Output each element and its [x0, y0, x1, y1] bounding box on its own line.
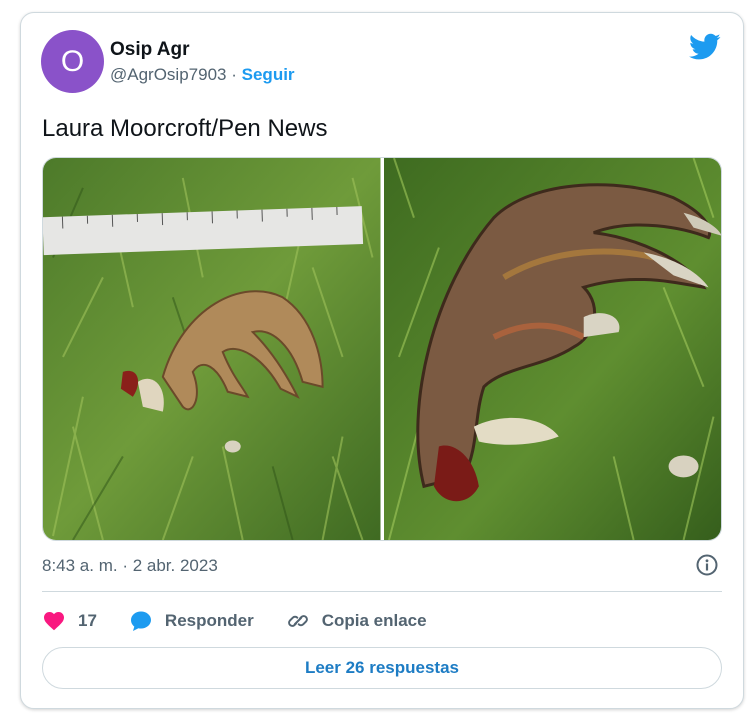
claw-with-ruler-image [43, 158, 381, 540]
heart-icon [44, 612, 64, 631]
tweet-actions: 17 Responder Copia enlace [42, 607, 459, 635]
avatar-letter: O [60, 44, 85, 78]
reply-button[interactable]: Responder [129, 609, 254, 633]
read-replies-button[interactable]: Leer 26 respuestas [42, 647, 722, 689]
author-name[interactable]: Osip Agr [110, 39, 190, 61]
like-count: 17 [78, 611, 97, 630]
copy-link-button[interactable]: Copia enlace [286, 609, 427, 633]
twitter-bird-icon[interactable] [689, 33, 721, 61]
link-icon [287, 615, 308, 627]
claw-closeup-image [383, 158, 721, 540]
copy-link-label: Copia enlace [321, 611, 427, 630]
reply-bubble-icon [130, 611, 151, 631]
author-handle[interactable]: @AgrOsip7903 [110, 65, 227, 84]
photo-right[interactable] [383, 158, 721, 540]
info-icon[interactable] [695, 553, 719, 577]
like-button[interactable]: 17 [42, 609, 97, 633]
avatar[interactable]: O [41, 30, 104, 93]
tweet-embed-card: O Osip Agr @AgrOsip7903 · Seguir Laura M… [20, 12, 744, 709]
author-handle-row: @AgrOsip7903 · Seguir [110, 65, 295, 85]
follow-button[interactable]: Seguir [242, 65, 295, 84]
separator: · [231, 65, 237, 84]
tweet-media[interactable] [42, 157, 722, 541]
read-replies-label: Leer 26 respuestas [304, 658, 460, 677]
tweet-timestamp[interactable]: 8:43 a. m. · 2 abr. 2023 [42, 556, 218, 576]
tweet-text: Laura Moorcroft/Pen News [42, 115, 328, 142]
reply-label: Responder [164, 611, 254, 630]
divider [42, 591, 722, 592]
photo-left[interactable] [43, 158, 381, 540]
